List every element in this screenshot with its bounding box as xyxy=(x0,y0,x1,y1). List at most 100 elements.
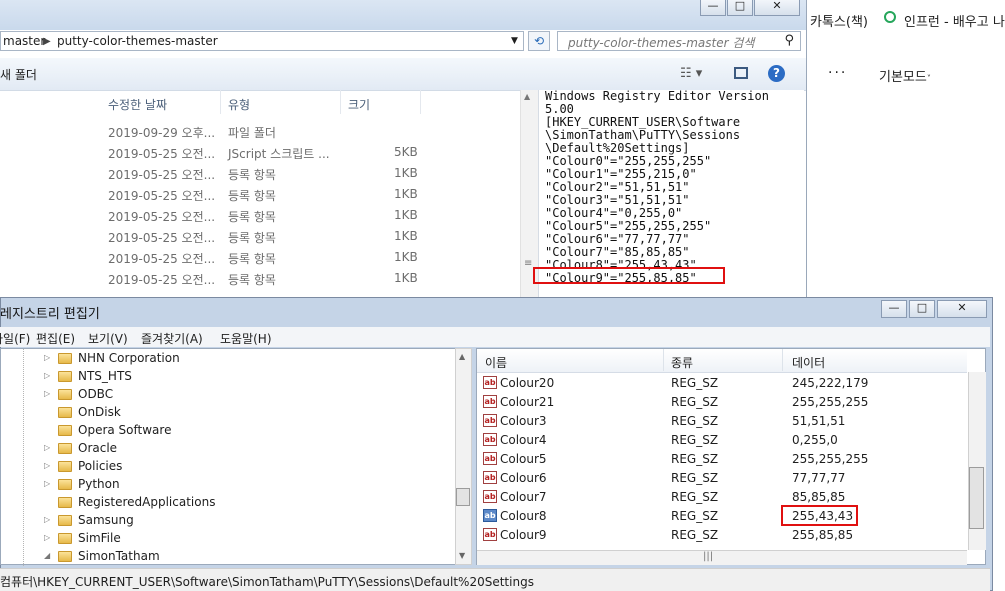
basic-mode-dropdown[interactable]: 기본모드˅ xyxy=(879,66,931,85)
minimize-button[interactable]: — xyxy=(700,0,726,16)
menu-item[interactable]: 도움말(H) xyxy=(220,330,272,347)
value-row[interactable]: ab Colour21 REG_SZ 255,255,255 xyxy=(477,393,967,412)
file-row[interactable]: 2019-05-25 오전... 등록 항목 1KB xyxy=(0,185,520,206)
regedit-maximize-button[interactable]: □ xyxy=(909,300,935,318)
value-type: REG_SZ xyxy=(671,433,719,447)
search-input[interactable]: putty-color-themes-master 검색 xyxy=(568,34,754,51)
file-row[interactable]: 2019-09-29 오후... 파일 폴더 xyxy=(0,122,520,143)
tree-node[interactable]: ▷ ODBC xyxy=(0,386,450,404)
tree-node[interactable]: Opera Software xyxy=(0,422,450,440)
tree-node[interactable]: ◢ SimonTatham xyxy=(0,548,450,566)
folder-icon xyxy=(58,371,72,382)
expand-arrow-icon[interactable]: ▷ xyxy=(44,515,50,524)
tree-node-label: Policies xyxy=(78,459,123,473)
expand-arrow-icon[interactable]: ▷ xyxy=(44,479,50,488)
file-type: JScript 스크립트 ... xyxy=(228,147,330,161)
search-icon[interactable]: ⚲ xyxy=(784,33,794,48)
maximize-button[interactable]: □ xyxy=(727,0,753,16)
column-data[interactable]: 데이터 xyxy=(792,354,825,371)
view-options-icon[interactable]: ☷ ▾ xyxy=(680,66,702,81)
file-date: 2019-05-25 오전... xyxy=(108,210,216,224)
scroll-down-icon[interactable]: ▼ xyxy=(459,551,465,560)
file-date: 2019-05-25 오전... xyxy=(108,168,216,182)
value-row[interactable]: ab Colour20 REG_SZ 245,222,179 xyxy=(477,374,967,393)
value-row[interactable]: ab Colour7 REG_SZ 85,85,85 xyxy=(477,488,967,507)
close-button[interactable]: ✕ xyxy=(754,0,800,16)
expanded-arrow-icon[interactable]: ◢ xyxy=(44,551,50,560)
tree-node[interactable]: ▷ SimFile xyxy=(0,530,450,548)
tree-node[interactable]: OnDisk xyxy=(0,404,450,422)
tree-node[interactable]: ▷ Policies xyxy=(0,458,450,476)
file-date: 2019-05-25 오전... xyxy=(108,147,216,161)
menu-item[interactable]: 보기(V) xyxy=(88,330,128,347)
address-dropdown-icon[interactable]: ▼ xyxy=(511,36,518,46)
scroll-up-icon[interactable]: ▲ xyxy=(459,352,465,361)
preview-pane-icon[interactable] xyxy=(734,67,748,79)
breadcrumb-current[interactable]: putty-color-themes-master xyxy=(57,34,218,48)
help-icon[interactable]: ? xyxy=(768,65,785,82)
bookmark-kakao[interactable]: 카톡스(책) xyxy=(810,11,868,30)
more-menu-icon[interactable]: ··· xyxy=(828,65,847,81)
value-row[interactable]: ab Colour6 REG_SZ 77,77,77 xyxy=(477,469,967,488)
breadcrumb-separator-icon[interactable]: ▶ xyxy=(43,36,51,47)
file-list-header: 수정한 날짜 유형 크기 xyxy=(0,90,520,116)
expand-arrow-icon[interactable]: ▷ xyxy=(44,353,50,362)
tree-node[interactable]: ▷ NHN Corporation xyxy=(0,350,450,368)
file-row[interactable]: 2019-05-25 오전... 등록 항목 1KB xyxy=(0,248,520,269)
new-folder-button[interactable]: 새 폴더 xyxy=(0,66,37,83)
expand-arrow-icon[interactable]: ▷ xyxy=(44,389,50,398)
file-date: 2019-09-29 오후... xyxy=(108,126,216,140)
search-box[interactable]: putty-color-themes-master 검색 ⚲ xyxy=(557,31,801,51)
file-row[interactable]: 2019-05-25 오전... 등록 항목 1KB xyxy=(0,227,520,248)
tree-scroll-thumb[interactable] xyxy=(456,488,470,506)
tree-node[interactable]: ▷ Samsung xyxy=(0,512,450,530)
string-value-icon: ab xyxy=(483,528,497,541)
address-bar[interactable]: master ▶ putty-color-themes-master ▼ xyxy=(0,31,524,51)
expand-arrow-icon[interactable]: ▷ xyxy=(44,461,50,470)
file-row[interactable]: 2019-05-25 오전... 등록 항목 1KB xyxy=(0,206,520,227)
menu-item[interactable]: 편집(E) xyxy=(36,330,75,347)
tree-node[interactable]: ▷ Oracle xyxy=(0,440,450,458)
regedit-close-button[interactable]: ✕ xyxy=(937,300,987,318)
tree-scrollbar[interactable]: ▲ ▼ xyxy=(455,348,472,565)
value-row[interactable]: ab Colour3 REG_SZ 51,51,51 xyxy=(477,412,967,431)
preview-text: Windows Registry Editor Version 5.00 [HKEY… xyxy=(545,90,769,285)
value-row[interactable]: ab Colour9 REG_SZ 255,85,85 xyxy=(477,526,967,545)
regedit-minimize-button[interactable]: — xyxy=(881,300,907,318)
file-type: 등록 항목 xyxy=(228,252,276,266)
column-kind[interactable]: 종류 xyxy=(671,354,693,371)
folder-icon xyxy=(58,389,72,400)
tree-node[interactable]: ▷ Python xyxy=(0,476,450,494)
scroll-up-icon[interactable]: ▲ xyxy=(524,92,530,101)
value-data: 245,222,179 xyxy=(792,376,869,390)
tree-node[interactable]: RegisteredApplications xyxy=(0,494,450,512)
breadcrumb-master[interactable]: master xyxy=(3,34,45,48)
expand-arrow-icon[interactable]: ▷ xyxy=(44,443,50,452)
menu-item[interactable]: 파일(F) xyxy=(0,330,30,347)
values-header: 이름 종류 데이터 xyxy=(477,349,967,373)
column-modified[interactable]: 수정한 날짜 xyxy=(108,96,167,113)
file-size: 5KB xyxy=(394,145,418,159)
column-name[interactable]: 이름 xyxy=(485,354,507,371)
expand-arrow-icon[interactable]: ▷ xyxy=(44,533,50,542)
hscroll-grip-icon[interactable]: ||| xyxy=(703,551,713,562)
expand-arrow-icon[interactable]: ▷ xyxy=(44,371,50,380)
bookmark-inflearn[interactable]: 인프런 - 배우고 나 xyxy=(904,11,1005,30)
value-data: 255,255,255 xyxy=(792,452,869,466)
value-row[interactable]: ab Colour4 REG_SZ 0,255,0 xyxy=(477,431,967,450)
folder-icon xyxy=(58,533,72,544)
menu-item[interactable]: 즐겨찾기(A) xyxy=(141,330,203,347)
value-name: Colour5 xyxy=(500,452,547,466)
scroll-grip-icon[interactable]: ≡ xyxy=(524,258,532,269)
values-scroll-thumb[interactable] xyxy=(969,467,984,529)
tree-node[interactable]: ▷ NTS_HTS xyxy=(0,368,450,386)
value-row[interactable]: ab Colour5 REG_SZ 255,255,255 xyxy=(477,450,967,469)
refresh-button[interactable]: ⟲ xyxy=(528,31,550,51)
file-row[interactable]: 2019-05-25 오전... 등록 항목 1KB xyxy=(0,164,520,185)
file-row[interactable]: 2019-05-25 오전... 등록 항목 1KB xyxy=(0,269,520,290)
file-row[interactable]: 2019-05-25 오전... JScript 스크립트 ... 5KB xyxy=(0,143,520,164)
column-size[interactable]: 크기 xyxy=(348,96,370,113)
values-hscrollbar[interactable]: ||| xyxy=(477,550,967,565)
column-type[interactable]: 유형 xyxy=(228,96,250,113)
value-row[interactable]: ab Colour8 REG_SZ 255,43,43 xyxy=(477,507,967,526)
